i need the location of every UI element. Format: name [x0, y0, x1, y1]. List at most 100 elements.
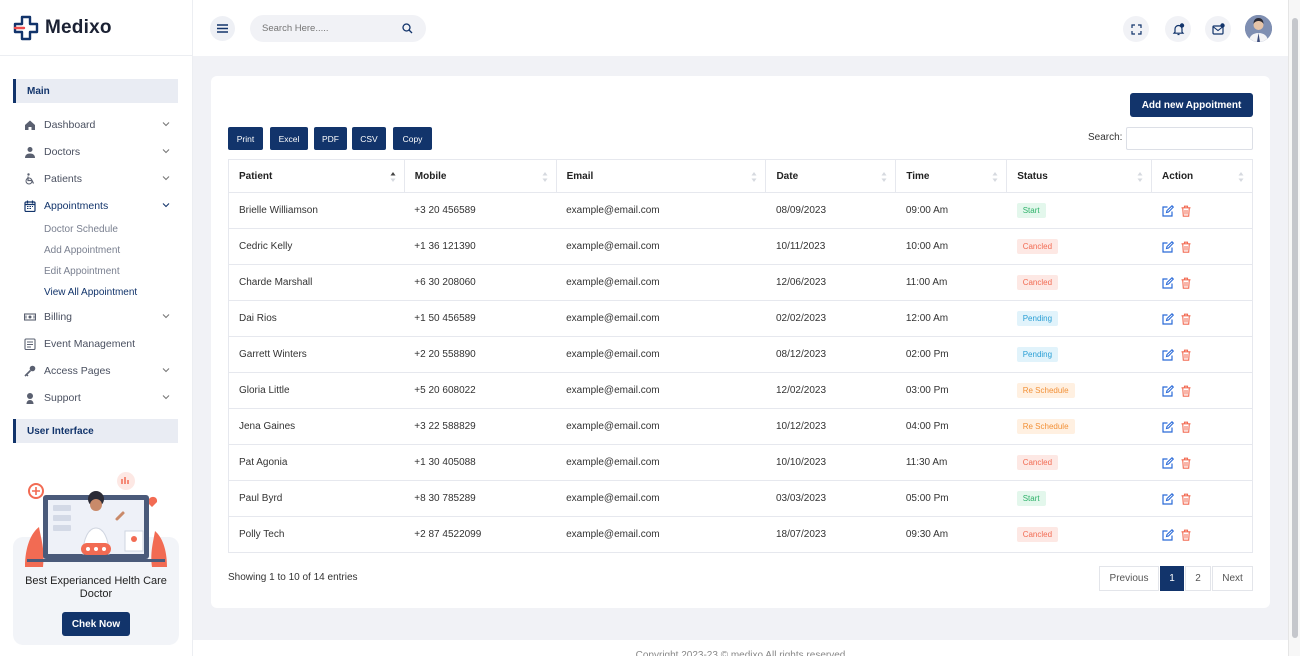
csv-button[interactable]: CSV: [352, 127, 386, 150]
cell-status: Cancled: [1006, 516, 1152, 553]
delete-icon[interactable]: [1180, 313, 1192, 325]
appointments-table: Patient Mobile Email Date Time Status Ac…: [228, 159, 1253, 553]
edit-icon[interactable]: [1161, 384, 1174, 397]
cell-patient: Garrett Winters: [228, 336, 405, 373]
column-header-time[interactable]: Time: [895, 159, 1008, 193]
pagination-next[interactable]: Next: [1212, 566, 1253, 591]
cell-mobile: +2 20 558890: [404, 336, 557, 373]
delete-icon[interactable]: [1180, 349, 1192, 361]
sidebar-subitem-doctor-schedule[interactable]: Doctor Schedule: [24, 219, 170, 240]
sort-icon: [881, 172, 887, 182]
edit-icon[interactable]: [1161, 492, 1174, 505]
sort-icon: [992, 172, 998, 182]
sidebar-item-appointments[interactable]: Appointments: [24, 192, 170, 219]
delete-icon[interactable]: [1180, 457, 1192, 469]
column-header-email[interactable]: Email: [555, 159, 767, 193]
key-icon: [24, 365, 36, 377]
user-avatar[interactable]: [1245, 15, 1272, 42]
chevron-down-icon: [162, 122, 170, 127]
check-now-button[interactable]: Chek Now: [62, 612, 130, 636]
edit-icon[interactable]: [1161, 348, 1174, 361]
sidebar-item-access-pages[interactable]: Access Pages: [24, 357, 170, 384]
status-badge: Re Schedule: [1016, 419, 1075, 434]
scrollbar-thumb[interactable]: [1292, 18, 1298, 638]
cell-time: 03:00 Pm: [895, 372, 1007, 409]
mail-icon: [1211, 22, 1225, 35]
sidebar-item-billing[interactable]: Billing: [24, 303, 170, 330]
table-header-row: Patient Mobile Email Date Time Status Ac…: [228, 159, 1253, 193]
column-header-label: Patient: [239, 170, 273, 182]
sidebar-item-patients[interactable]: Patients: [24, 165, 170, 192]
print-button[interactable]: Print: [228, 127, 263, 150]
sort-icon: [1137, 172, 1143, 182]
edit-icon[interactable]: [1161, 312, 1174, 325]
column-header-mobile[interactable]: Mobile: [403, 159, 557, 193]
edit-icon[interactable]: [1161, 420, 1174, 433]
sidebar-item-label: Event Management: [44, 337, 136, 350]
sidebar-subitem-view-all-appointment[interactable]: View All Appointment: [24, 282, 170, 303]
pagination-previous[interactable]: Previous: [1099, 566, 1159, 591]
excel-button[interactable]: Excel: [270, 127, 308, 150]
cell-mobile: +1 30 405088: [404, 444, 557, 481]
table-row: Gloria Little +5 20 608022 example@email.c…: [228, 372, 1253, 409]
sidebar-item-doctors[interactable]: Doctors: [24, 138, 170, 165]
edit-icon[interactable]: [1161, 204, 1174, 217]
cell-email: example@email.com: [556, 444, 766, 481]
delete-icon[interactable]: [1180, 205, 1192, 217]
notifications-button[interactable]: [1165, 16, 1191, 42]
pdf-button[interactable]: PDF: [314, 127, 347, 150]
cell-action: [1151, 228, 1253, 265]
edit-icon[interactable]: [1161, 528, 1174, 541]
table-row: Paul Byrd +8 30 785289 example@email.com 03…: [228, 480, 1253, 517]
edit-icon[interactable]: [1161, 240, 1174, 253]
row-actions: [1161, 348, 1252, 361]
cell-status: Re Schedule: [1006, 372, 1152, 409]
menu-toggle-button[interactable]: [210, 16, 235, 41]
cell-email: example@email.com: [556, 372, 766, 409]
delete-icon[interactable]: [1180, 277, 1192, 289]
cell-action: [1151, 192, 1253, 229]
add-appointment-button[interactable]: Add new Appoitment: [1130, 93, 1253, 117]
sidebar-item-support[interactable]: Support: [24, 384, 170, 411]
cell-action: [1151, 480, 1253, 517]
cell-status: Cancled: [1006, 264, 1152, 301]
logo[interactable]: Medixo: [0, 0, 192, 56]
pagination-page-2[interactable]: 2: [1185, 566, 1211, 591]
pagination-page-1[interactable]: 1: [1160, 566, 1184, 591]
edit-icon[interactable]: [1161, 456, 1174, 469]
cell-mobile: +8 30 785289: [404, 480, 557, 517]
sidebar: Medixo Main Dashboard Doctors Patients A…: [0, 0, 193, 656]
messages-button[interactable]: [1205, 16, 1231, 42]
row-actions: [1161, 204, 1252, 217]
sidebar-subitem-edit-appointment[interactable]: Edit Appointment: [24, 261, 170, 282]
home-icon: [24, 119, 36, 131]
column-header-label: Time: [906, 170, 930, 182]
search-icon[interactable]: [402, 23, 413, 34]
fullscreen-button[interactable]: [1123, 16, 1149, 42]
row-actions: [1161, 240, 1252, 253]
delete-icon[interactable]: [1180, 493, 1192, 505]
cell-email: example@email.com: [556, 480, 766, 517]
billing-icon: [24, 311, 36, 323]
table-search-input[interactable]: [1126, 127, 1253, 150]
page-scrollbar[interactable]: [1288, 0, 1300, 656]
row-actions: [1161, 312, 1252, 325]
column-header-patient[interactable]: Patient: [228, 159, 405, 193]
column-header-date[interactable]: Date: [765, 159, 897, 193]
delete-icon[interactable]: [1180, 421, 1192, 433]
delete-icon[interactable]: [1180, 529, 1192, 541]
column-header-action[interactable]: Action: [1151, 159, 1253, 193]
sidebar-item-event-management[interactable]: Event Management: [24, 330, 170, 357]
sidebar-subitem-add-appointment[interactable]: Add Appointment: [24, 240, 170, 261]
column-header-status[interactable]: Status: [1006, 159, 1153, 193]
sidebar-item-dashboard[interactable]: Dashboard: [24, 111, 170, 138]
sidebar-item-label: Appointments: [44, 199, 109, 212]
topbar: [193, 0, 1288, 56]
copy-button[interactable]: Copy: [393, 127, 432, 150]
delete-icon[interactable]: [1180, 385, 1192, 397]
search-input[interactable]: [250, 15, 426, 42]
edit-icon[interactable]: [1161, 276, 1174, 289]
cell-date: 10/10/2023: [765, 444, 896, 481]
cell-email: example@email.com: [556, 336, 766, 373]
delete-icon[interactable]: [1180, 241, 1192, 253]
